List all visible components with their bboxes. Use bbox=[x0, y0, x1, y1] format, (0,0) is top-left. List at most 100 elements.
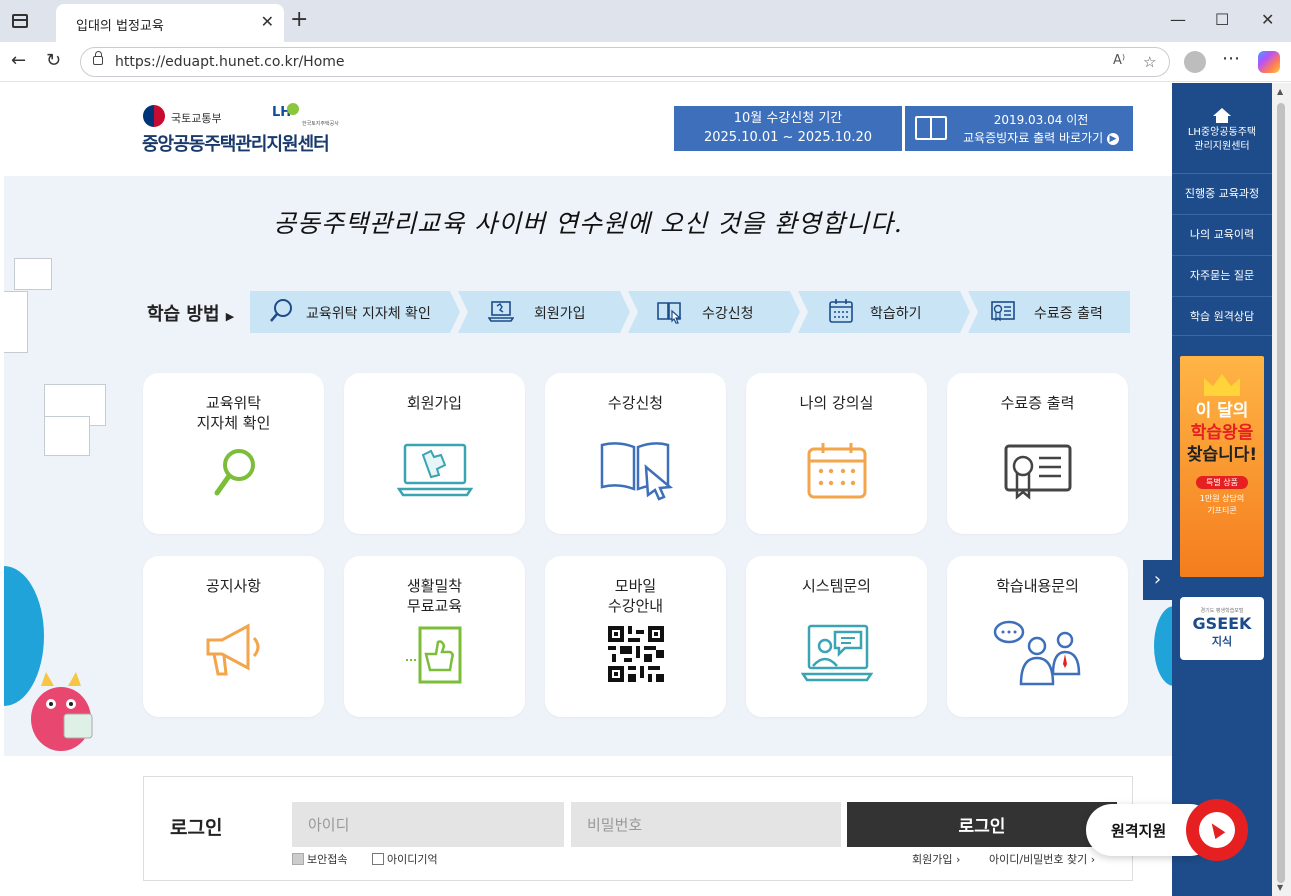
step-label: 교육위탁 지자체 확인 bbox=[306, 306, 431, 322]
hero-section: 공동주택관리교육 사이버 연수원에 오신 것을 환영합니다. 학습 방법 ▶ 교… bbox=[4, 176, 1172, 756]
scroll-thumb[interactable] bbox=[1277, 103, 1285, 883]
card-signup[interactable]: 회원가입 bbox=[344, 373, 525, 534]
banner2-link: 교육증빙자료 출력 바로가기 bbox=[963, 131, 1104, 145]
more-menu-icon[interactable]: ⋯ bbox=[1222, 48, 1240, 69]
login-button[interactable]: 로그인 bbox=[847, 802, 1117, 847]
sidebar-item-courses[interactable]: 진행중 교육과정 bbox=[1172, 173, 1272, 213]
step-label: 수료증 출력 bbox=[1034, 306, 1103, 322]
gseek-banner[interactable]: 경기도 평생학습포털 GSEEK 지식 bbox=[1180, 597, 1264, 660]
address-bar[interactable]: https://eduapt.hunet.co.kr/Home A⁾ ☆ bbox=[80, 47, 1170, 77]
reload-icon[interactable]: ↻ bbox=[46, 50, 61, 71]
close-window-icon[interactable]: ✕ bbox=[1261, 10, 1274, 29]
open-book-icon bbox=[915, 116, 947, 140]
sidebar-home-line2: 관리지원센터 bbox=[1194, 141, 1250, 152]
join-link[interactable]: 회원가입 › bbox=[912, 851, 960, 867]
window-menu-icon[interactable] bbox=[12, 14, 28, 28]
deco-paper-icon bbox=[14, 258, 52, 290]
lock-icon bbox=[93, 51, 103, 65]
steps-label: 학습 방법 ▶ bbox=[147, 304, 235, 325]
card-title: 생활밀착 무료교육 bbox=[406, 577, 463, 615]
secure-login-label: 보안접속 bbox=[307, 853, 348, 866]
tab-close-icon[interactable]: ✕ bbox=[261, 12, 274, 31]
browser-tab[interactable]: 입대의 법정교육 ✕ bbox=[56, 4, 284, 42]
card-my-classroom[interactable]: 나의 강의실 bbox=[746, 373, 927, 534]
search-icon bbox=[268, 298, 294, 324]
card-certificate[interactable]: 수료증 출력 bbox=[947, 373, 1128, 534]
banner1-title: 10월 수강신청 기간 bbox=[733, 111, 843, 126]
banner1-dates: 2025.10.01 ~ 2025.10.20 bbox=[703, 130, 873, 145]
site-name-logo[interactable]: 중앙공동주택관리지원센터 bbox=[142, 130, 330, 156]
slide-next-arrow-icon[interactable]: › bbox=[1143, 560, 1172, 600]
step-certificate[interactable]: 수료증 출력 bbox=[968, 291, 1130, 333]
calendar-icon bbox=[807, 443, 866, 499]
welcome-message: 공동주택관리교육 사이버 연수원에 오신 것을 환영합니다. bbox=[273, 209, 903, 238]
video-chat-icon bbox=[800, 624, 873, 682]
card-title: 나의 강의실 bbox=[799, 394, 874, 412]
card-title: 모바일 수강안내 bbox=[607, 577, 664, 615]
card-enroll[interactable]: 수강신청 bbox=[545, 373, 726, 534]
site-header: 국토교통부 LH 한국토지주택공사 중앙공동주택관리지원센터 10월 수강신청 … bbox=[4, 83, 1172, 176]
sidebar-home-line1: LH중앙공동주택 bbox=[1187, 127, 1257, 138]
card-system-inquiry[interactable]: 시스템문의 bbox=[746, 556, 927, 717]
card-title: 수강신청 bbox=[607, 394, 664, 412]
home-icon bbox=[1213, 108, 1231, 123]
checkbox-icon bbox=[372, 853, 384, 865]
lh-logo-dot-icon bbox=[287, 103, 299, 115]
card-mobile-guide[interactable]: 모바일 수강안내 bbox=[545, 556, 726, 717]
card-title: 회원가입 bbox=[406, 394, 463, 412]
new-tab-icon[interactable]: + bbox=[290, 8, 308, 32]
browser-titlebar: 입대의 법정교육 ✕ + — ☐ ✕ bbox=[0, 0, 1291, 42]
scroll-up-icon[interactable]: ▲ bbox=[1277, 87, 1283, 96]
enrollment-period-banner[interactable]: 10월 수강신청 기간 2025.10.01 ~ 2025.10.20 bbox=[674, 106, 902, 151]
page-scrollbar[interactable]: ▲ ▼ bbox=[1272, 83, 1291, 896]
sidebar-item-history[interactable]: 나의 교육이력 bbox=[1172, 214, 1272, 254]
profile-avatar-icon[interactable] bbox=[1184, 51, 1206, 73]
favorite-star-icon[interactable]: ☆ bbox=[1143, 53, 1156, 71]
molit-emblem-icon bbox=[143, 105, 165, 127]
step-signup[interactable]: 회원가입 bbox=[458, 291, 630, 333]
remote-support-button[interactable]: 원격지원 bbox=[1086, 799, 1248, 861]
step-label: 회원가입 bbox=[534, 306, 586, 322]
step-check-local-gov[interactable]: 교육위탁 지자체 확인 bbox=[250, 291, 460, 333]
learning-king-promo-banner[interactable]: 이 달의 학습왕을 찾습니다! 특별 상품 1만원 상당의 기프티콘 bbox=[1180, 356, 1264, 577]
card-check-local-gov[interactable]: 교육위탁 지자체 확인 bbox=[143, 373, 324, 534]
find-account-link[interactable]: 아이디/비밀번호 찾기 › bbox=[989, 851, 1095, 867]
lh-subtitle: 한국토지주택공사 bbox=[302, 121, 339, 127]
card-notice[interactable]: 공지사항 bbox=[143, 556, 324, 717]
scroll-down-icon[interactable]: ▼ bbox=[1277, 883, 1283, 892]
back-icon[interactable]: ← bbox=[11, 50, 26, 71]
card-content-inquiry[interactable]: 학습내용문의 bbox=[947, 556, 1128, 717]
people-chat-icon bbox=[993, 620, 1080, 686]
remote-support-label: 원격지원 bbox=[1111, 822, 1167, 840]
certificate-print-banner[interactable]: 2019.03.04 이전 교육증빙자료 출력 바로가기 ▶ bbox=[905, 106, 1133, 151]
step-study[interactable]: 학습하기 bbox=[798, 291, 970, 333]
promo-pill: 특별 상품 bbox=[1196, 476, 1248, 489]
go-arrow-icon: ▶ bbox=[1106, 132, 1119, 145]
minimize-icon[interactable]: — bbox=[1170, 10, 1186, 29]
browser-navbar: ← ↻ https://eduapt.hunet.co.kr/Home A⁾ ☆… bbox=[0, 42, 1291, 82]
sidebar-home-link[interactable]: LH중앙공동주택 관리지원센터 bbox=[1172, 108, 1272, 154]
maximize-icon[interactable]: ☐ bbox=[1215, 10, 1229, 29]
card-title: 공지사항 bbox=[205, 577, 262, 595]
card-title: 교육위탁 지자체 확인 bbox=[196, 394, 271, 432]
click-cursor-icon bbox=[1206, 819, 1226, 840]
step-enroll[interactable]: 수강신청 bbox=[628, 291, 800, 333]
gseek-logo: GSEEK bbox=[1192, 614, 1252, 633]
step-label: 수강신청 bbox=[702, 306, 754, 322]
secure-login-checkbox[interactable]: 보안접속 bbox=[292, 851, 347, 867]
login-panel: 로그인 로그인 보안접속 아이디기억 회원가입 › 아이디/비밀번호 찾기 › bbox=[143, 776, 1133, 881]
copilot-icon[interactable] bbox=[1258, 51, 1280, 73]
qr-code-icon bbox=[607, 626, 664, 682]
card-free-education[interactable]: 생활밀착 무료교육 bbox=[344, 556, 525, 717]
sidebar-item-consult[interactable]: 학습 원격상담 bbox=[1172, 296, 1272, 336]
calendar-icon bbox=[828, 298, 854, 324]
sidebar-item-faq[interactable]: 자주묻는 질문 bbox=[1172, 255, 1272, 295]
promo-line2: 학습왕을 bbox=[1190, 423, 1254, 443]
password-input[interactable] bbox=[571, 802, 841, 847]
monster-mascot-icon bbox=[31, 672, 93, 751]
read-aloud-icon[interactable]: A⁾ bbox=[1113, 53, 1125, 68]
promo-line1: 이 달의 bbox=[1195, 401, 1249, 421]
step-label: 학습하기 bbox=[870, 306, 922, 322]
remember-id-checkbox[interactable]: 아이디기억 bbox=[372, 851, 438, 867]
id-input[interactable] bbox=[292, 802, 564, 847]
